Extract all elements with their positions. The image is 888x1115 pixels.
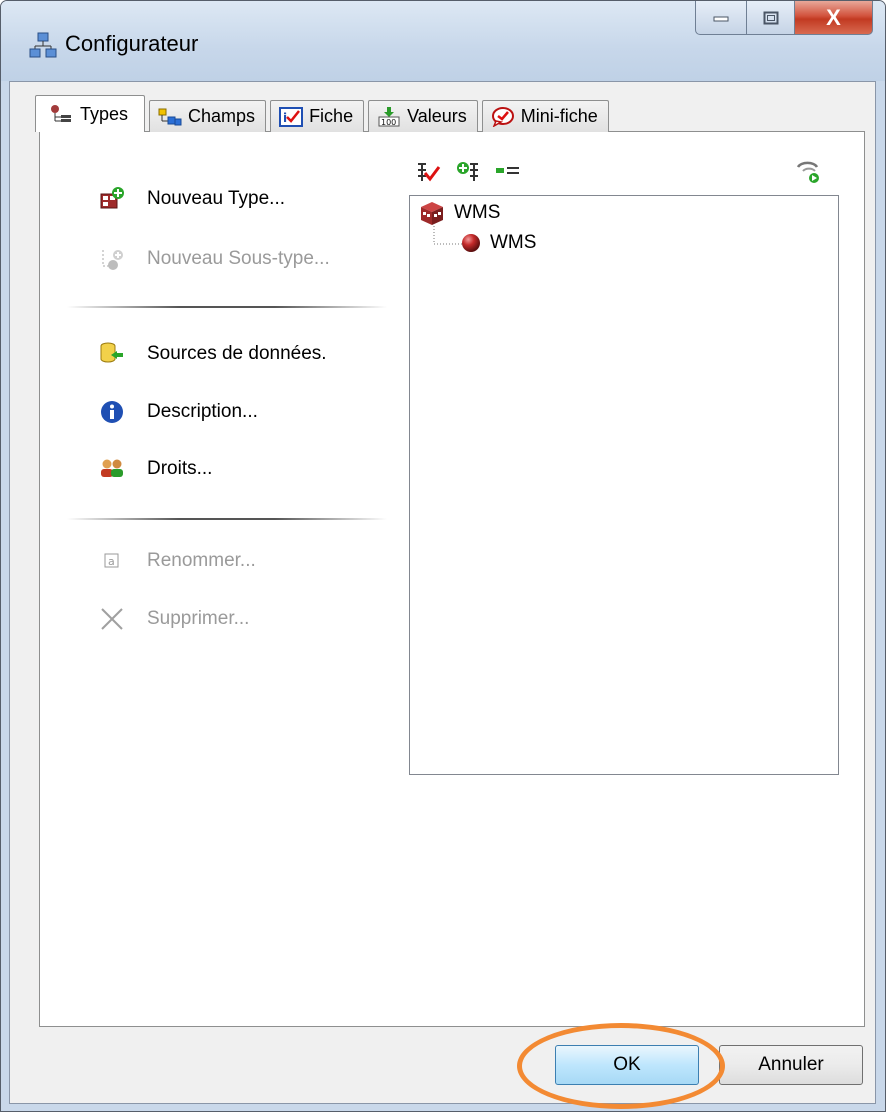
tab-champs[interactable]: Champs	[149, 100, 267, 132]
svg-text:100: 100	[381, 118, 396, 127]
delete-action[interactable]: Supprimer...	[99, 606, 249, 632]
minifiche-icon	[491, 106, 514, 127]
rights-label: Droits...	[147, 458, 213, 479]
tab-types[interactable]: Types	[35, 95, 146, 132]
new-subtype-action[interactable]: Nouveau Sous-type...	[99, 246, 330, 272]
form-icon: i	[279, 106, 304, 127]
separator	[67, 518, 387, 520]
tab-label: Mini-fiche	[520, 106, 598, 126]
new-subtype-icon	[99, 246, 125, 272]
tab-label: Types	[80, 103, 129, 124]
tab-label: Valeurs	[407, 106, 467, 126]
window-title: Configurateur	[65, 31, 199, 56]
data-sources-label: Sources de données.	[147, 343, 327, 364]
rename-label: Renommer...	[147, 550, 256, 571]
new-subtype-label: Nouveau Sous-type...	[147, 248, 330, 269]
minimize-button[interactable]	[695, 1, 747, 35]
tab-strip: Types Champs i Fiche 100 Valeurs Mini-fi…	[35, 95, 613, 132]
type-tree[interactable]: WMS WMS	[409, 195, 839, 775]
tab-fiche[interactable]: i Fiche	[270, 100, 365, 132]
values-icon: 100	[378, 106, 400, 127]
new-type-label: Nouveau Type...	[147, 188, 286, 209]
separator	[67, 306, 387, 308]
minimize-icon	[713, 16, 729, 21]
description-action[interactable]: Description...	[99, 399, 258, 425]
data-sources-action[interactable]: Sources de données.	[99, 341, 327, 367]
description-label: Description...	[147, 401, 258, 422]
rename-icon: a	[99, 548, 125, 574]
hierarchy-icon	[29, 32, 57, 58]
new-type-icon	[99, 186, 125, 212]
tree-toolbar	[415, 159, 837, 189]
tab-label: Champs	[188, 106, 256, 126]
data-sources-icon	[99, 341, 125, 367]
maximize-button[interactable]	[747, 1, 795, 35]
close-icon: X	[826, 4, 841, 30]
new-type-action[interactable]: Nouveau Type...	[99, 186, 285, 212]
maximize-icon	[763, 11, 778, 24]
svg-text:a: a	[108, 555, 115, 568]
rename-action[interactable]: a Renommer...	[99, 548, 256, 574]
check-list-icon[interactable]	[417, 159, 443, 185]
add-item-icon[interactable]	[455, 159, 481, 185]
types-icon	[51, 105, 71, 122]
type-cube-icon	[421, 202, 443, 225]
tree-node-label: WMS	[490, 232, 537, 253]
close-button[interactable]: X	[795, 1, 873, 35]
tab-label: Fiche	[309, 106, 354, 126]
info-icon	[99, 399, 125, 425]
tree-node-child[interactable]: WMS	[460, 232, 536, 254]
title-bar[interactable]: Configurateur X	[1, 1, 885, 81]
tree-node-label: WMS	[454, 202, 501, 223]
users-icon	[99, 456, 125, 482]
tab-minifiche[interactable]: Mini-fiche	[481, 100, 609, 132]
configurator-window: Configurateur X Types Champs i Fiche 100…	[0, 0, 886, 1112]
fields-icon	[158, 108, 182, 125]
delete-icon	[99, 606, 125, 632]
subtype-ball-icon	[462, 234, 480, 252]
caption-buttons: X	[695, 1, 873, 35]
cancel-button[interactable]: Annuler	[719, 1045, 863, 1085]
collapse-icon[interactable]	[495, 159, 521, 185]
refresh-icon[interactable]	[795, 159, 821, 185]
delete-label: Supprimer...	[147, 608, 250, 629]
rights-action[interactable]: Droits...	[99, 456, 212, 482]
tree-node-root[interactable]: WMS	[418, 200, 500, 226]
ok-button[interactable]: OK	[555, 1045, 699, 1085]
tab-valeurs[interactable]: 100 Valeurs	[368, 100, 478, 132]
